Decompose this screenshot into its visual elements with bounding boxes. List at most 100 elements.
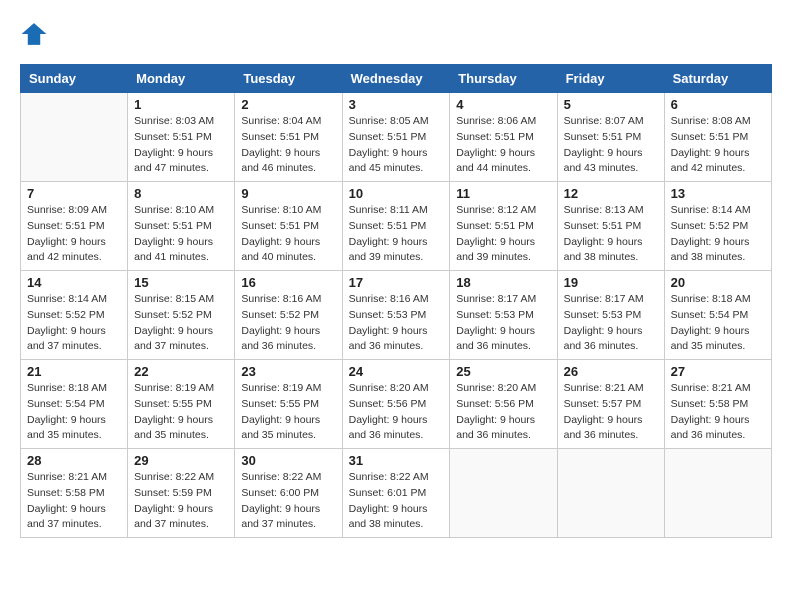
- weekday-header-thursday: Thursday: [450, 65, 557, 93]
- day-number: 11: [456, 186, 550, 201]
- calendar-cell: 4Sunrise: 8:06 AMSunset: 5:51 PMDaylight…: [450, 93, 557, 182]
- day-info: Sunrise: 8:07 AMSunset: 5:51 PMDaylight:…: [564, 114, 658, 177]
- calendar-cell: 3 Sunrise: 8:05 AMSunset: 5:51 PMDaylight…: [342, 93, 450, 182]
- day-number: 23: [241, 364, 335, 379]
- header: [20, 20, 772, 48]
- day-number: 17: [349, 275, 444, 290]
- calendar-cell: 29 Sunrise: 8:22 AMSunset: 5:59 PMDayligh…: [128, 449, 235, 538]
- calendar-cell: 2 Sunrise: 8:04 AMSunset: 5:51 PMDaylight…: [235, 93, 342, 182]
- day-info: Sunrise: 8:05 AMSunset: 5:51 PMDaylight:…: [349, 114, 444, 177]
- day-info: Sunrise: 8:06 AMSunset: 5:51 PMDaylight:…: [456, 114, 550, 177]
- weekday-header-row: SundayMondayTuesdayWednesdayThursdayFrid…: [21, 65, 772, 93]
- calendar-cell: 10 Sunrise: 8:11 AMSunset: 5:51 PMDayligh…: [342, 182, 450, 271]
- calendar-cell: 17Sunrise: 8:16 AMSunset: 5:53 PMDayligh…: [342, 271, 450, 360]
- day-info: Sunrise: 8:20 AMSunset: 5:56 PMDaylight:…: [456, 381, 550, 444]
- calendar-cell: 6 Sunrise: 8:08 AMSunset: 5:51 PMDaylight…: [664, 93, 771, 182]
- day-number: 8: [134, 186, 228, 201]
- day-number: 25: [456, 364, 550, 379]
- calendar-cell: 27 Sunrise: 8:21 AMSunset: 5:58 PMDayligh…: [664, 360, 771, 449]
- day-info: Sunrise: 8:20 AMSunset: 5:56 PMDaylight:…: [349, 381, 444, 444]
- day-number: 27: [671, 364, 765, 379]
- calendar-cell: [21, 93, 128, 182]
- day-info: Sunrise: 8:22 AMSunset: 6:00 PMDaylight:…: [241, 470, 335, 533]
- week-row-4: 21Sunrise: 8:18 AMSunset: 5:54 PMDayligh…: [21, 360, 772, 449]
- day-number: 3: [349, 97, 444, 112]
- calendar-cell: 7 Sunrise: 8:09 AMSunset: 5:51 PMDaylight…: [21, 182, 128, 271]
- calendar-cell: 26 Sunrise: 8:21 AMSunset: 5:57 PMDayligh…: [557, 360, 664, 449]
- day-number: 15: [134, 275, 228, 290]
- day-info: Sunrise: 8:14 AMSunset: 5:52 PMDaylight:…: [671, 203, 765, 266]
- calendar-cell: 12 Sunrise: 8:13 AMSunset: 5:51 PMDayligh…: [557, 182, 664, 271]
- day-info: Sunrise: 8:08 AMSunset: 5:51 PMDaylight:…: [671, 114, 765, 177]
- day-number: 21: [27, 364, 121, 379]
- day-number: 14: [27, 275, 121, 290]
- calendar-cell: 31 Sunrise: 8:22 AMSunset: 6:01 PMDayligh…: [342, 449, 450, 538]
- calendar-cell: 1 Sunrise: 8:03 AMSunset: 5:51 PMDaylight…: [128, 93, 235, 182]
- day-info: Sunrise: 8:17 AMSunset: 5:53 PMDaylight:…: [564, 292, 658, 355]
- calendar-cell: 15 Sunrise: 8:15 AMSunset: 5:52 PMDayligh…: [128, 271, 235, 360]
- day-number: 9: [241, 186, 335, 201]
- day-number: 20: [671, 275, 765, 290]
- day-info: Sunrise: 8:09 AMSunset: 5:51 PMDaylight:…: [27, 203, 121, 266]
- logo: [20, 20, 52, 48]
- calendar-cell: 23 Sunrise: 8:19 AMSunset: 5:55 PMDayligh…: [235, 360, 342, 449]
- day-info: Sunrise: 8:21 AMSunset: 5:57 PMDaylight:…: [564, 381, 658, 444]
- day-info: Sunrise: 8:19 AMSunset: 5:55 PMDaylight:…: [241, 381, 335, 444]
- week-row-5: 28 Sunrise: 8:21 AMSunset: 5:58 PMDayligh…: [21, 449, 772, 538]
- calendar-cell: [557, 449, 664, 538]
- day-number: 22: [134, 364, 228, 379]
- day-info: Sunrise: 8:16 AMSunset: 5:52 PMDaylight:…: [241, 292, 335, 355]
- weekday-header-saturday: Saturday: [664, 65, 771, 93]
- weekday-header-monday: Monday: [128, 65, 235, 93]
- day-number: 12: [564, 186, 658, 201]
- calendar-cell: 18Sunrise: 8:17 AMSunset: 5:53 PMDayligh…: [450, 271, 557, 360]
- day-info: Sunrise: 8:10 AMSunset: 5:51 PMDaylight:…: [241, 203, 335, 266]
- day-number: 18: [456, 275, 550, 290]
- day-info: Sunrise: 8:22 AMSunset: 5:59 PMDaylight:…: [134, 470, 228, 533]
- day-number: 26: [564, 364, 658, 379]
- day-info: Sunrise: 8:10 AMSunset: 5:51 PMDaylight:…: [134, 203, 228, 266]
- day-number: 7: [27, 186, 121, 201]
- day-info: Sunrise: 8:12 AMSunset: 5:51 PMDaylight:…: [456, 203, 550, 266]
- calendar-cell: 13Sunrise: 8:14 AMSunset: 5:52 PMDayligh…: [664, 182, 771, 271]
- day-info: Sunrise: 8:15 AMSunset: 5:52 PMDaylight:…: [134, 292, 228, 355]
- calendar-body: 1 Sunrise: 8:03 AMSunset: 5:51 PMDaylight…: [21, 93, 772, 538]
- weekday-header-tuesday: Tuesday: [235, 65, 342, 93]
- week-row-2: 7 Sunrise: 8:09 AMSunset: 5:51 PMDaylight…: [21, 182, 772, 271]
- calendar-cell: 8 Sunrise: 8:10 AMSunset: 5:51 PMDaylight…: [128, 182, 235, 271]
- day-info: Sunrise: 8:21 AMSunset: 5:58 PMDaylight:…: [671, 381, 765, 444]
- calendar-table: SundayMondayTuesdayWednesdayThursdayFrid…: [20, 64, 772, 538]
- day-number: 2: [241, 97, 335, 112]
- day-number: 31: [349, 453, 444, 468]
- calendar-cell: 21Sunrise: 8:18 AMSunset: 5:54 PMDayligh…: [21, 360, 128, 449]
- day-info: Sunrise: 8:22 AMSunset: 6:01 PMDaylight:…: [349, 470, 444, 533]
- day-info: Sunrise: 8:14 AMSunset: 5:52 PMDaylight:…: [27, 292, 121, 355]
- calendar-cell: [450, 449, 557, 538]
- calendar-cell: 9 Sunrise: 8:10 AMSunset: 5:51 PMDaylight…: [235, 182, 342, 271]
- calendar-cell: 24 Sunrise: 8:20 AMSunset: 5:56 PMDayligh…: [342, 360, 450, 449]
- day-info: Sunrise: 8:13 AMSunset: 5:51 PMDaylight:…: [564, 203, 658, 266]
- day-number: 1: [134, 97, 228, 112]
- calendar-cell: 5 Sunrise: 8:07 AMSunset: 5:51 PMDaylight…: [557, 93, 664, 182]
- day-info: Sunrise: 8:11 AMSunset: 5:51 PMDaylight:…: [349, 203, 444, 266]
- week-row-3: 14 Sunrise: 8:14 AMSunset: 5:52 PMDayligh…: [21, 271, 772, 360]
- day-info: Sunrise: 8:21 AMSunset: 5:58 PMDaylight:…: [27, 470, 121, 533]
- day-number: 29: [134, 453, 228, 468]
- day-number: 24: [349, 364, 444, 379]
- day-number: 10: [349, 186, 444, 201]
- calendar-cell: 19 Sunrise: 8:17 AMSunset: 5:53 PMDayligh…: [557, 271, 664, 360]
- day-number: 6: [671, 97, 765, 112]
- calendar-cell: [664, 449, 771, 538]
- weekday-header-friday: Friday: [557, 65, 664, 93]
- day-info: Sunrise: 8:19 AMSunset: 5:55 PMDaylight:…: [134, 381, 228, 444]
- day-number: 16: [241, 275, 335, 290]
- day-number: 28: [27, 453, 121, 468]
- logo-icon: [20, 20, 48, 48]
- day-info: Sunrise: 8:04 AMSunset: 5:51 PMDaylight:…: [241, 114, 335, 177]
- calendar-cell: 22 Sunrise: 8:19 AMSunset: 5:55 PMDayligh…: [128, 360, 235, 449]
- calendar-cell: 16 Sunrise: 8:16 AMSunset: 5:52 PMDayligh…: [235, 271, 342, 360]
- day-info: Sunrise: 8:03 AMSunset: 5:51 PMDaylight:…: [134, 114, 228, 177]
- day-info: Sunrise: 8:18 AMSunset: 5:54 PMDaylight:…: [671, 292, 765, 355]
- day-number: 19: [564, 275, 658, 290]
- day-number: 5: [564, 97, 658, 112]
